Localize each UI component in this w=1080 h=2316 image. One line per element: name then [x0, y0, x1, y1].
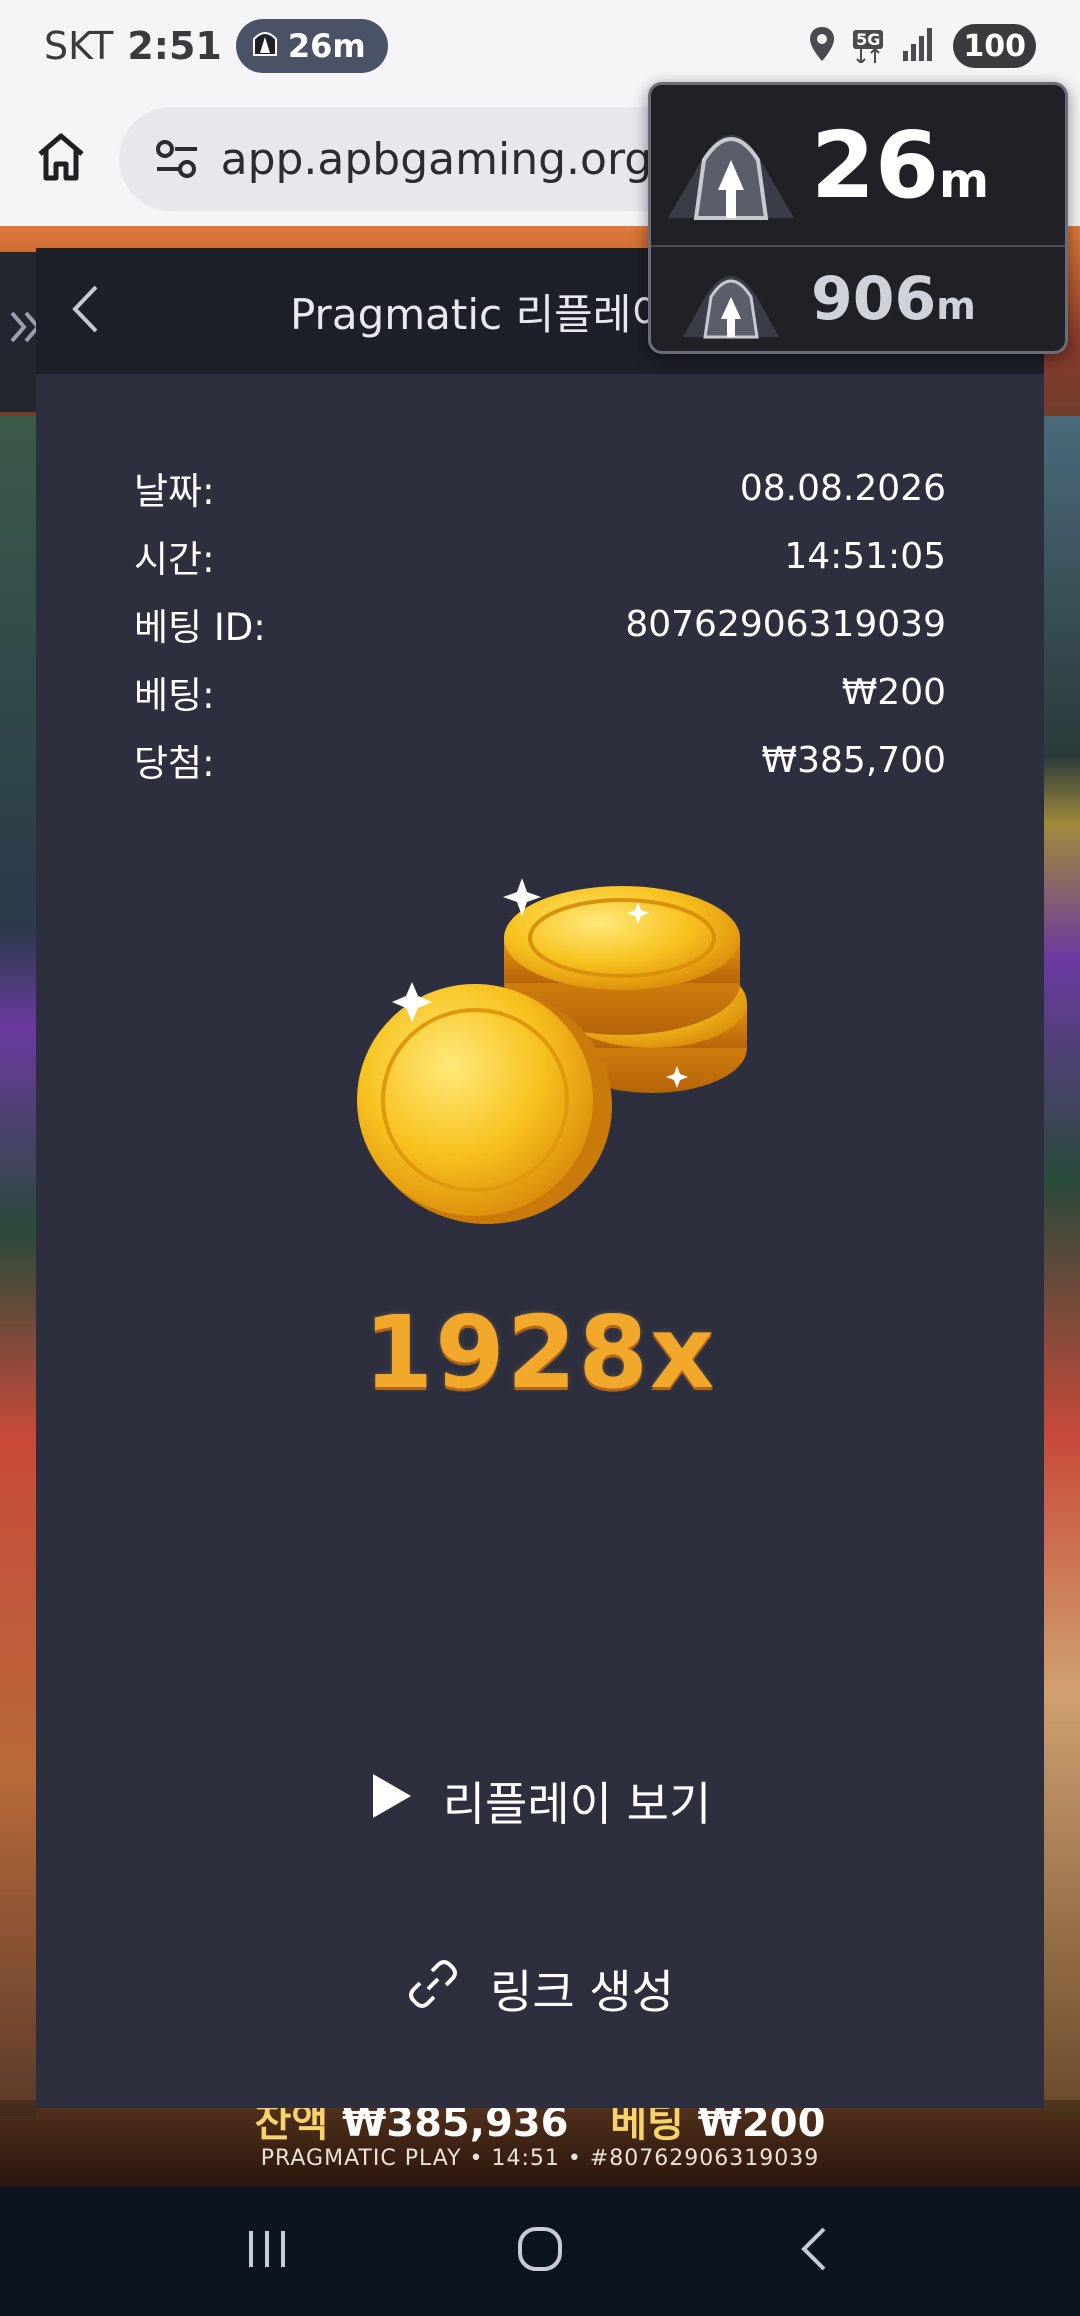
detail-row-bet: 베팅: ₩200: [134, 658, 946, 726]
back-nav-button[interactable]: [768, 2206, 858, 2296]
nav-primary-instruction: 26m: [651, 95, 1065, 235]
nav-primary-value: 26: [811, 111, 940, 219]
game-edge-right: [1044, 416, 1080, 2116]
game-edge-left: [0, 416, 36, 2116]
chevron-left-icon: [70, 284, 100, 338]
nav-primary-distance: 26m: [811, 112, 989, 219]
create-link-button[interactable]: 링크 생성: [36, 1944, 1044, 2034]
system-navigation-bar: [0, 2186, 1080, 2316]
link-icon: [406, 1957, 460, 2022]
detail-value: 08.08.2026: [739, 467, 946, 509]
home-icon: [34, 130, 88, 188]
game-info-line: PRAGMATIC PLAY • 14:51 • #80762906319039: [260, 2146, 820, 2171]
detail-label: 시간:: [134, 538, 215, 581]
detail-label: 베팅:: [134, 674, 215, 717]
detail-value: 80762906319039: [625, 603, 946, 645]
detail-value: ₩200: [841, 671, 946, 713]
tunnel-icon: [651, 110, 811, 220]
detail-label: 날짜:: [134, 470, 215, 513]
detail-row-date: 날짜: 08.08.2026: [134, 454, 946, 522]
gold-coins-icon: [352, 878, 772, 1248]
network-type: 5G: [853, 29, 884, 49]
detail-row-win: 당첨: ₩385,700: [134, 726, 946, 794]
watch-replay-label: 리플레이 보기: [442, 1777, 712, 1831]
signal-icon: [901, 27, 935, 65]
home-circle-icon: [516, 2225, 564, 2277]
play-icon: [369, 1772, 413, 1831]
recent-apps-icon: [245, 2229, 289, 2273]
modal-title: Pragmatic 리플레이: [289, 289, 671, 339]
nav-primary-unit: m: [939, 152, 990, 209]
game-footer: 잔액 ₩385,936 베팅 ₩200 PRAGMATIC PLAY • 14:…: [0, 2100, 1080, 2188]
home-button[interactable]: [30, 126, 93, 192]
detail-label: 당첨:: [134, 742, 215, 785]
detail-value: 14:51:05: [784, 535, 946, 577]
create-link-label: 링크 생성: [490, 1965, 674, 2019]
detail-row-bet-id: 베팅 ID: 80762906319039: [134, 590, 946, 658]
detail-value: ₩385,700: [761, 739, 946, 781]
tunnel-icon: [651, 259, 811, 339]
detail-row-time: 시간: 14:51:05: [134, 522, 946, 590]
network-icon: 5G: [853, 29, 884, 63]
chevron-left-icon: [798, 2225, 828, 2277]
back-button[interactable]: [60, 284, 110, 338]
nav-secondary-distance: 906m: [811, 264, 976, 334]
nav-secondary-unit: m: [936, 284, 976, 328]
battery-indicator: 100: [953, 24, 1036, 68]
status-bar: SKT 2:51 26m 5G 100: [0, 0, 1080, 92]
url-text: app.apbgaming.org/a: [220, 133, 694, 185]
tune-icon[interactable]: [155, 139, 199, 179]
navigation-overlay[interactable]: 26m 906m: [648, 82, 1068, 354]
nav-pill-distance: 26m: [287, 27, 366, 65]
detail-label: 베팅 ID:: [134, 606, 266, 649]
home-nav-button[interactable]: [495, 2206, 585, 2296]
nav-secondary-instruction: 906m: [651, 245, 1065, 351]
nav-secondary-value: 906: [811, 264, 937, 334]
recent-apps-button[interactable]: [222, 2206, 312, 2296]
navigation-status-pill[interactable]: 26m: [235, 19, 388, 73]
clock: 2:51: [127, 24, 222, 68]
tunnel-icon: [252, 27, 278, 65]
watch-replay-button[interactable]: 리플레이 보기: [36, 1756, 1044, 1846]
replay-modal: Pragmatic 리플레이 날짜: 08.08.2026 시간: 14:51:…: [36, 248, 1044, 2108]
carrier-label: SKT: [44, 24, 114, 68]
location-icon: [809, 27, 835, 65]
win-multiplier: 1928x: [363, 1294, 717, 1411]
replay-details: 날짜: 08.08.2026 시간: 14:51:05 베팅 ID: 80762…: [134, 454, 946, 794]
